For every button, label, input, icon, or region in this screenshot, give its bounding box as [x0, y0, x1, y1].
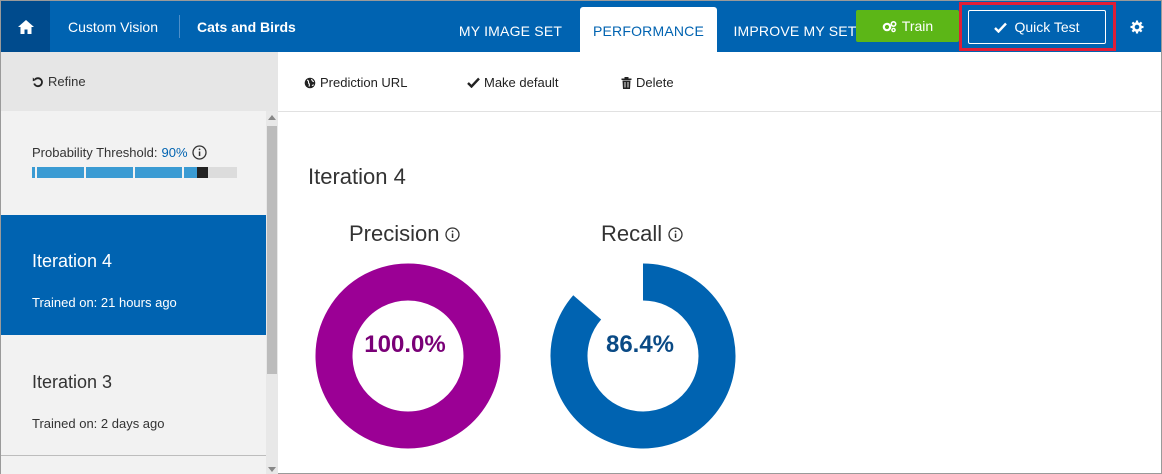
sidebar-scrollbar[interactable] [266, 111, 278, 474]
threshold-label: Probability Threshold: [32, 145, 158, 160]
iteration-trained-on: Trained on: 2 days ago [32, 416, 165, 431]
gears-icon [882, 20, 897, 32]
info-icon[interactable] [191, 145, 207, 160]
refine-label: Refine [48, 74, 86, 89]
tab-my-image-set[interactable]: MY IMAGE SET [453, 7, 568, 52]
trash-icon [621, 76, 632, 89]
quick-test-label: Quick Test [1014, 19, 1080, 35]
prediction-url-button[interactable]: Prediction URL [304, 75, 407, 90]
iteration-item-4[interactable]: Iteration 4 Trained on: 21 hours ago [1, 215, 266, 335]
make-default-button[interactable]: Make default [467, 75, 558, 90]
iteration-trained-on: Trained on: 21 hours ago [32, 295, 177, 310]
iteration-item-3[interactable]: Iteration 3 Trained on: 2 days ago [1, 336, 266, 456]
quick-test-button[interactable]: Quick Test [968, 10, 1106, 44]
iteration-name: Iteration 3 [32, 372, 113, 392]
slider-handle[interactable] [197, 167, 208, 178]
tab-improve-my-set[interactable]: IMPROVE MY SET [731, 7, 859, 52]
precision-heading: Precision [349, 221, 461, 247]
checkmark-icon [467, 77, 480, 88]
delete-button[interactable]: Delete [621, 75, 674, 90]
prediction-url-label: Prediction URL [320, 75, 408, 90]
toolbar: Prediction URL Make default Delete [278, 52, 1161, 112]
undo-icon [32, 76, 43, 87]
divider [179, 15, 180, 38]
scroll-down-arrow[interactable] [266, 463, 278, 474]
sidebar: Refine Probability Threshold: 90% Iterat… [1, 52, 278, 474]
slider-tick [133, 167, 135, 178]
recall-label: Recall [601, 221, 663, 246]
threshold-slider[interactable] [32, 167, 237, 178]
scroll-thumb[interactable] [267, 126, 277, 374]
precision-value: 100.0% [364, 331, 446, 358]
top-bar: Custom Vision Cats and Birds MY IMAGE SE… [1, 1, 1161, 52]
recall-value: 86.4% [605, 331, 675, 358]
home-icon [17, 19, 34, 34]
refine-button[interactable]: Refine [1, 52, 278, 111]
info-icon[interactable] [668, 226, 683, 242]
train-button[interactable]: Train [856, 10, 959, 42]
caret-up-icon [268, 114, 276, 120]
make-default-label: Make default [484, 75, 559, 90]
slider-tick [35, 167, 37, 178]
recall-heading: Recall [601, 221, 683, 247]
globe-icon [304, 77, 316, 88]
precision-label: Precision [349, 221, 440, 246]
iteration-title: Iteration 4 [308, 164, 406, 189]
slider-fill [32, 167, 197, 178]
gear-icon [1130, 20, 1144, 34]
info-icon[interactable] [445, 226, 461, 242]
tab-performance[interactable]: PERFORMANCE [580, 7, 717, 52]
delete-label: Delete [636, 75, 674, 90]
threshold-value: 90% [161, 145, 188, 160]
train-label: Train [901, 18, 934, 34]
caret-down-icon [268, 466, 276, 472]
brand-link[interactable]: Custom Vision [68, 19, 158, 35]
settings-button[interactable] [1130, 20, 1146, 36]
slider-tick [182, 167, 184, 178]
checkmark-icon [994, 22, 1008, 33]
scroll-up-arrow[interactable] [266, 111, 278, 123]
iteration-name: Iteration 4 [32, 251, 113, 271]
slider-tick [84, 167, 86, 178]
project-name[interactable]: Cats and Birds [197, 19, 296, 35]
probability-threshold: Probability Threshold: 90% [32, 145, 207, 160]
home-button[interactable] [1, 1, 50, 52]
